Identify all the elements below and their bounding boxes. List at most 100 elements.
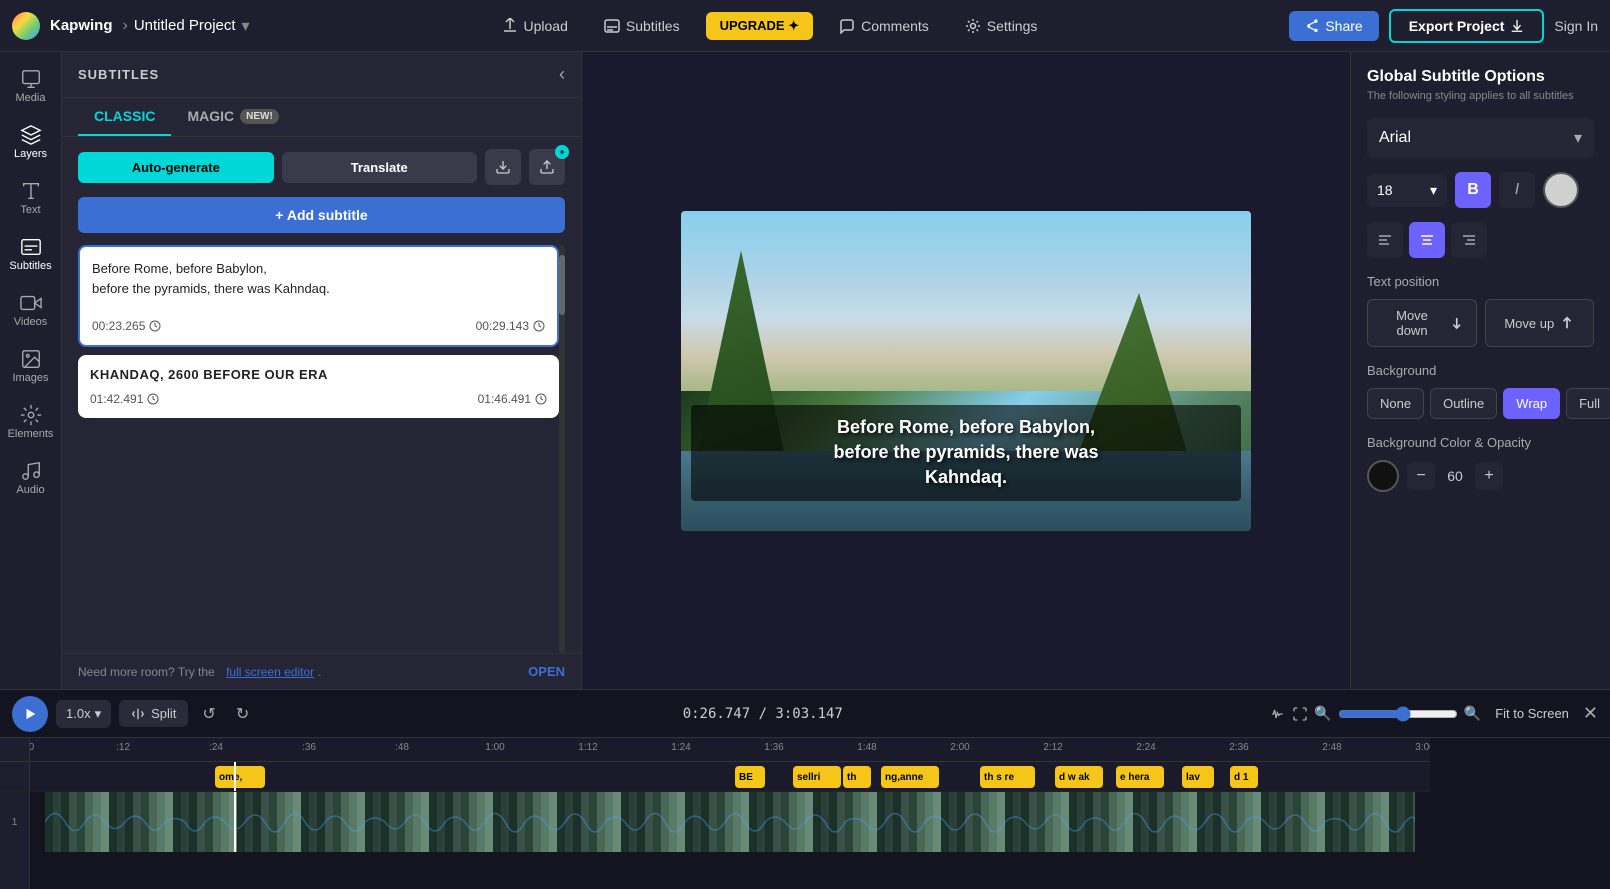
align-center-button[interactable] — [1409, 222, 1445, 258]
project-chevron-icon[interactable]: ▾ — [242, 16, 250, 36]
video-frame: Before Rome, before Babylon, before the … — [681, 211, 1251, 531]
speed-button[interactable]: 1.0x ▾ — [56, 700, 111, 728]
settings-button[interactable]: Settings — [955, 12, 1048, 40]
subtitle-chip-thsre[interactable]: th s re — [980, 766, 1035, 788]
play-button[interactable] — [12, 696, 48, 732]
bg-controls: None Outline Wrap Full — [1367, 388, 1594, 419]
translate-button[interactable]: Translate — [282, 152, 478, 183]
subtitle-chip-ehera[interactable]: e hera — [1116, 766, 1164, 788]
panel-close-button[interactable]: ‹ — [559, 64, 565, 85]
subtitle-chip-d1[interactable]: d 1 — [1230, 766, 1258, 788]
sidebar-item-subtitles[interactable]: Subtitles — [3, 228, 59, 280]
share-icon — [1305, 19, 1319, 33]
panel-actions: Auto-generate Translate + — [62, 137, 581, 197]
text-position-label: Text position — [1367, 274, 1594, 289]
open-button[interactable]: OPEN — [528, 664, 565, 679]
signin-button[interactable]: Sign In — [1554, 18, 1598, 34]
end-time-1[interactable]: 00:29.143 — [476, 319, 545, 333]
move-up-icon — [1560, 316, 1574, 330]
zoom-slider[interactable] — [1338, 706, 1458, 722]
subtitle-text-2[interactable]: KHANDAQ, 2600 BEFORE OUR ERA — [90, 367, 547, 382]
subtitle-chip-be[interactable]: BE — [735, 766, 765, 788]
export-button[interactable]: Export Project — [1389, 9, 1545, 43]
font-name: Arial — [1379, 129, 1411, 147]
undo-button[interactable]: ↺ — [196, 698, 221, 730]
close-timeline-button[interactable]: ✕ — [1583, 703, 1598, 724]
split-button[interactable]: Split — [119, 700, 188, 727]
align-left-button[interactable] — [1367, 222, 1403, 258]
topbar: Kapwing › Untitled Project ▾ Upload Subt… — [0, 0, 1610, 52]
upload-button[interactable]: Upload — [492, 12, 578, 40]
opacity-plus-button[interactable]: + — [1475, 462, 1503, 490]
subtitles-button[interactable]: Subtitles — [594, 12, 690, 40]
move-down-button[interactable]: Move down — [1367, 299, 1477, 347]
project-name[interactable]: Untitled Project — [134, 17, 236, 34]
bg-color-picker[interactable] — [1367, 460, 1399, 492]
subtitle-chip-th[interactable]: th — [843, 766, 871, 788]
subtitle-chip-ome[interactable]: ome, — [215, 766, 265, 788]
start-time-1[interactable]: 00:23.265 — [92, 319, 161, 333]
upload-icon — [502, 18, 518, 34]
videos-icon — [20, 292, 42, 314]
tab-classic[interactable]: CLASSIC — [78, 98, 171, 136]
bg-outline-button[interactable]: Outline — [1430, 388, 1497, 419]
share-button[interactable]: Share — [1289, 11, 1378, 41]
subtitle-card-2[interactable]: KHANDAQ, 2600 BEFORE OUR ERA 01:42.491 0… — [78, 355, 559, 418]
end-time-2[interactable]: 01:46.491 — [478, 392, 547, 406]
sidebar-item-audio[interactable]: Audio — [3, 452, 59, 504]
bg-none-button[interactable]: None — [1367, 388, 1424, 419]
export-srt-icon — [539, 159, 555, 175]
tab-magic[interactable]: MAGIC NEW! — [171, 98, 294, 136]
comments-button[interactable]: Comments — [829, 12, 939, 40]
full-screen-editor-link[interactable]: full screen editor — [226, 665, 314, 679]
color-picker-button[interactable] — [1543, 172, 1579, 208]
export-srt-button[interactable]: + — [529, 149, 565, 185]
sidebar-item-layers[interactable]: Layers — [3, 116, 59, 168]
auto-generate-button[interactable]: Auto-generate — [78, 152, 274, 183]
brand-name: Kapwing — [50, 17, 113, 34]
move-up-button[interactable]: Move up — [1485, 299, 1595, 347]
upgrade-button[interactable]: UPGRADE ✦ — [706, 12, 814, 40]
time-display: 0:26.747 / 3:03.147 — [263, 706, 1262, 722]
sidebar-item-videos[interactable]: Videos — [3, 284, 59, 336]
bg-wrap-button[interactable]: Wrap — [1503, 388, 1560, 419]
import-icon — [495, 159, 511, 175]
sidebar-item-media[interactable]: Media — [3, 60, 59, 112]
sidebar-item-text[interactable]: Text — [3, 172, 59, 224]
clock-icon-2 — [533, 320, 545, 332]
bg-color-label: Background Color & Opacity — [1367, 435, 1594, 450]
subtitle-chip-sellri[interactable]: sellri — [793, 766, 841, 788]
subtitle-card-1[interactable]: Before Rome, before Babylon, before the … — [78, 245, 559, 347]
subtitle-chip-dwak[interactable]: d w ak — [1055, 766, 1103, 788]
sidebar-item-images[interactable]: Images — [3, 340, 59, 392]
fit-to-screen-button[interactable]: Fit to Screen — [1487, 702, 1577, 725]
align-right-icon — [1461, 232, 1477, 248]
subtitle-chip-nganne[interactable]: ng,anne — [881, 766, 939, 788]
audio-icon — [20, 460, 42, 482]
font-size-select[interactable]: 18 ▾ — [1367, 174, 1447, 207]
timeline-scrollable[interactable]: :0 :12 :24 :36 :48 1:00 1:12 1:24 1:36 1… — [30, 738, 1610, 889]
scroll-indicator[interactable] — [559, 245, 565, 653]
align-controls — [1367, 222, 1594, 258]
italic-button[interactable]: I — [1499, 172, 1535, 208]
timeline-right: 🔍 🔍 Fit to Screen ✕ — [1270, 702, 1598, 725]
scroll-thumb[interactable] — [559, 255, 565, 315]
import-srt-button[interactable] — [485, 149, 521, 185]
images-icon — [20, 348, 42, 370]
subtitle-text-1[interactable]: Before Rome, before Babylon, before the … — [92, 259, 545, 309]
opacity-value: 60 — [1443, 468, 1467, 484]
panel-tabs: CLASSIC MAGIC NEW! — [62, 98, 581, 137]
align-right-button[interactable] — [1451, 222, 1487, 258]
waveform-svg — [45, 800, 1415, 844]
redo-button[interactable]: ↻ — [230, 698, 255, 730]
sidebar-item-elements[interactable]: Elements — [3, 396, 59, 448]
bold-button[interactable]: B — [1455, 172, 1491, 208]
add-subtitle-button[interactable]: + Add subtitle — [78, 197, 565, 233]
font-select[interactable]: Arial ▾ — [1367, 118, 1594, 158]
start-time-2[interactable]: 01:42.491 — [90, 392, 159, 406]
opacity-minus-button[interactable]: − — [1407, 462, 1435, 490]
bg-full-button[interactable]: Full — [1566, 388, 1610, 419]
subtitle-chip-lav[interactable]: lav — [1182, 766, 1214, 788]
play-icon — [23, 707, 37, 721]
subtitle-list: Before Rome, before Babylon, before the … — [62, 245, 581, 653]
